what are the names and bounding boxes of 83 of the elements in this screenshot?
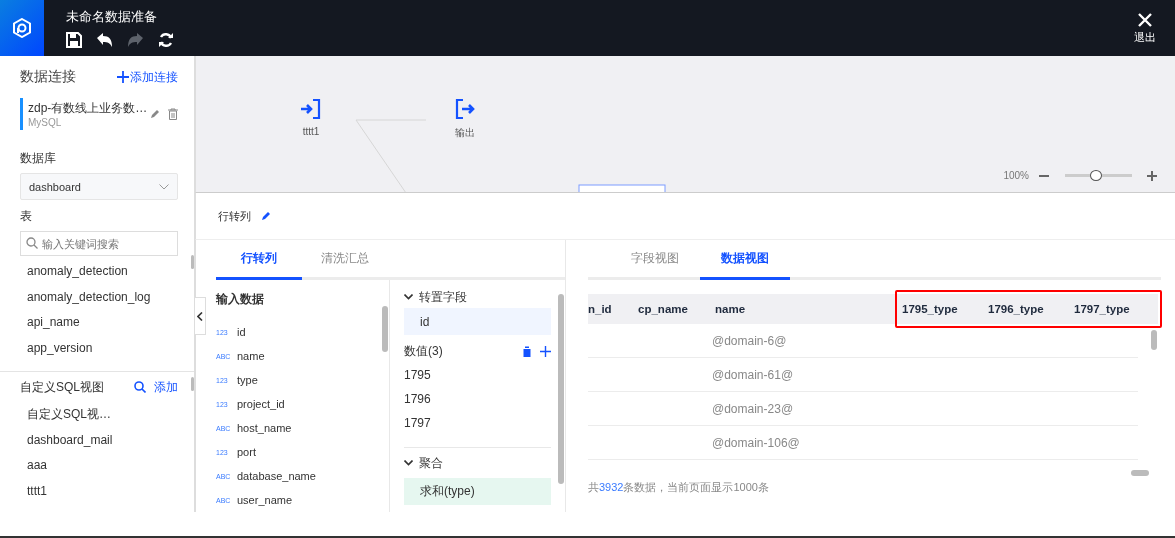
table-item[interactable]: app_version bbox=[20, 335, 178, 361]
view-item[interactable]: 自定义SQL视… bbox=[20, 402, 178, 428]
column-header: 1796_type bbox=[988, 303, 1045, 315]
column-header: n_id bbox=[588, 303, 613, 315]
section-title: 自定义SQL视图 bbox=[20, 378, 104, 396]
table-item[interactable]: anomaly_detection_log bbox=[20, 284, 178, 310]
value-item[interactable]: 1797 bbox=[404, 411, 551, 435]
field-label: 表 bbox=[20, 208, 33, 225]
search-icon[interactable] bbox=[134, 381, 146, 393]
scrollbar[interactable] bbox=[1151, 330, 1157, 350]
tab[interactable]: 清洗汇总 bbox=[302, 240, 388, 280]
search-field[interactable]: 输入关键词搜索 bbox=[20, 231, 178, 256]
chevron-left-icon bbox=[197, 311, 203, 321]
scrollbar[interactable] bbox=[1131, 470, 1149, 476]
field-name: project_id bbox=[237, 398, 285, 410]
node-label: tttt1 bbox=[302, 126, 320, 137]
table-item[interactable]: anomaly_detection bbox=[20, 259, 178, 285]
field-name: name bbox=[237, 350, 265, 362]
chevron-down-icon[interactable] bbox=[404, 294, 413, 300]
collapse-button[interactable] bbox=[195, 297, 206, 335]
column-header: name bbox=[715, 303, 747, 315]
column-header: 1797_type bbox=[1074, 303, 1131, 315]
value-item[interactable]: 1796 bbox=[404, 387, 551, 411]
value-item[interactable]: 1795 bbox=[404, 363, 551, 387]
table-cell: @domain-23@ bbox=[712, 401, 794, 416]
panel-title: 行转列 bbox=[218, 208, 251, 224]
exit-icon bbox=[454, 98, 476, 120]
logo-icon bbox=[12, 18, 32, 38]
field-label: 数据库 bbox=[20, 150, 57, 167]
field-name: type bbox=[237, 374, 258, 386]
connection-type: MySQL bbox=[28, 117, 63, 128]
plus-icon[interactable] bbox=[1147, 170, 1157, 181]
field-name: id bbox=[237, 326, 246, 338]
group-title: 转置字段 bbox=[419, 288, 467, 306]
trash-icon[interactable] bbox=[522, 345, 532, 357]
save-icon[interactable] bbox=[66, 32, 82, 48]
connection-item[interactable]: zdp-有数线上业务数… MySQL bbox=[20, 98, 178, 130]
group-title: 数值(3) bbox=[404, 342, 443, 360]
table-cell: @domain-61@ bbox=[712, 367, 794, 382]
column-header: 1795_type bbox=[902, 303, 959, 315]
close-icon bbox=[1137, 11, 1153, 28]
node-box[interactable] bbox=[578, 184, 666, 192]
view-item[interactable]: tttt1 bbox=[20, 478, 178, 504]
search-icon bbox=[26, 237, 38, 249]
tab[interactable]: 字段视图 bbox=[610, 240, 700, 280]
node-label: 输出 bbox=[455, 126, 475, 140]
section-title: 数据连接 bbox=[20, 68, 76, 86]
plus-icon bbox=[117, 71, 129, 83]
chevron-down-icon[interactable] bbox=[404, 460, 413, 466]
add-link[interactable]: 添加 bbox=[154, 378, 178, 396]
refresh-icon[interactable] bbox=[158, 32, 174, 48]
view-item[interactable]: aaa bbox=[20, 453, 178, 479]
table-cell: @domain-106@ bbox=[712, 435, 800, 450]
pencil-icon[interactable] bbox=[261, 211, 271, 221]
database-select[interactable]: dashboard bbox=[20, 173, 178, 200]
add-connection-link[interactable]: 添加连接 bbox=[117, 68, 178, 86]
view-item[interactable]: dashboard_mail bbox=[20, 427, 178, 453]
field-name: host_name bbox=[237, 422, 292, 434]
enter-icon bbox=[300, 98, 322, 120]
table-cell: @domain-6@ bbox=[712, 333, 787, 348]
undo-icon[interactable] bbox=[96, 32, 113, 48]
table-item[interactable]: api_name bbox=[20, 310, 178, 336]
field-name: database_name bbox=[237, 470, 316, 482]
document-title: 未命名数据准备 bbox=[66, 8, 158, 26]
record-summary: 共3932条数据，当前页面显示1000条 bbox=[588, 481, 769, 493]
tab[interactable]: 行转列 bbox=[216, 240, 302, 280]
group-title: 聚合 bbox=[419, 454, 443, 472]
trash-icon[interactable] bbox=[168, 108, 178, 120]
chevron-down-icon bbox=[159, 183, 169, 190]
aggregate-item[interactable]: 求和(type) bbox=[404, 478, 551, 505]
field-name: user_name bbox=[237, 494, 293, 506]
plus-icon[interactable] bbox=[540, 345, 551, 357]
zoom-reading: 100% bbox=[1003, 170, 1029, 181]
count-link[interactable]: 3932 bbox=[599, 481, 624, 493]
exit-button[interactable]: 退出 bbox=[1115, 0, 1175, 56]
connection-name: zdp-有数线上业务数… bbox=[28, 100, 149, 117]
field-name: port bbox=[237, 446, 256, 458]
section-title: 输入数据 bbox=[216, 292, 265, 307]
pencil-icon[interactable] bbox=[150, 109, 160, 119]
pivot-field[interactable]: id bbox=[404, 308, 551, 335]
column-header: cp_name bbox=[638, 303, 689, 315]
tab[interactable]: 数据视图 bbox=[700, 240, 790, 280]
slider-thumb[interactable] bbox=[1090, 169, 1103, 181]
